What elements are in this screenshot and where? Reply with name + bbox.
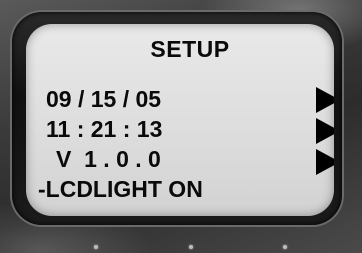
time-row[interactable]: 11 : 21 : 13 (46, 118, 162, 141)
lcd-screen: SETUP 09 / 15 / 05 11 : 21 : 13 V 1 . 0 … (26, 24, 334, 216)
right-arrow-icon[interactable] (316, 118, 334, 144)
indicator-dot (283, 245, 287, 249)
date-row[interactable]: 09 / 15 / 05 (46, 88, 161, 111)
device-housing: SETUP 09 / 15 / 05 11 : 21 : 13 V 1 . 0 … (0, 0, 362, 253)
right-arrow-icon[interactable] (316, 149, 334, 175)
lcd-light-option[interactable]: -LCDLIGHT ON (38, 178, 203, 201)
right-arrow-icon[interactable] (316, 87, 334, 113)
indicator-dot (94, 245, 98, 249)
version-row[interactable]: V 1 . 0 . 0 (56, 148, 161, 171)
screen-title: SETUP (150, 36, 230, 62)
indicator-dot (189, 245, 193, 249)
